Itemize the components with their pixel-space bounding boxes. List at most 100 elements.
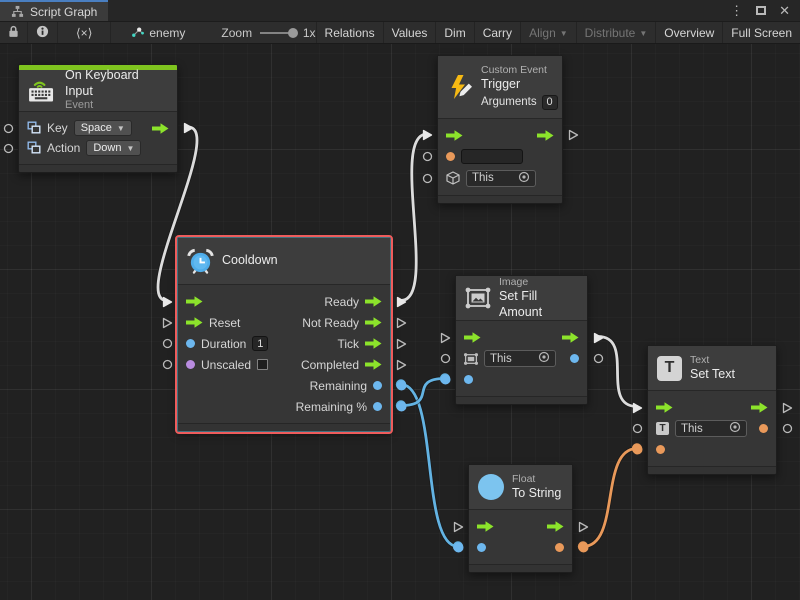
node-header-text: Custom EventTriggerArguments0 <box>481 64 558 110</box>
node-header-text: Cooldown <box>222 253 278 269</box>
toolbar-button-label: Values <box>392 26 428 40</box>
input-port-circ[interactable] <box>631 423 643 435</box>
node-header: FloatTo String <box>469 465 572 509</box>
node-cooldown[interactable]: CooldownReadyResetNot ReadyDuration1Tick… <box>177 237 391 432</box>
output-port-dot[interactable] <box>395 401 407 413</box>
flow-arrow-icon[interactable] <box>365 359 382 370</box>
row-right-group <box>152 123 169 134</box>
target-icon[interactable] <box>729 421 741 436</box>
value-dot-blue[interactable] <box>570 354 579 363</box>
value-dot-blue[interactable] <box>373 402 382 411</box>
target-icon[interactable] <box>538 351 550 366</box>
value-dot-orange[interactable] <box>555 543 564 552</box>
target-field[interactable]: This <box>466 170 536 187</box>
checkbox[interactable] <box>257 359 268 370</box>
output-port-dot[interactable] <box>395 380 407 392</box>
input-port-circ[interactable] <box>161 338 173 350</box>
input-port-tri[interactable] <box>452 521 464 533</box>
value-dot-blue[interactable] <box>464 375 473 384</box>
input-port-tri-connected[interactable] <box>161 296 173 308</box>
flow-arrow-icon[interactable] <box>186 296 203 307</box>
output-port-tri-connected[interactable] <box>395 296 407 308</box>
tab-script-graph[interactable]: Script Graph <box>0 0 108 21</box>
input-port-tri[interactable] <box>161 317 173 329</box>
graph-breadcrumb[interactable]: enemy <box>131 22 185 43</box>
value-dot-purple[interactable] <box>186 360 195 369</box>
output-port-tri[interactable] <box>577 521 589 533</box>
dropdown-down[interactable]: Down▼ <box>86 140 141 156</box>
output-port-dot[interactable] <box>577 542 589 554</box>
zoom-slider-handle[interactable] <box>288 28 298 38</box>
window-close-icon[interactable]: ✕ <box>779 3 790 19</box>
output-port-tri[interactable] <box>395 359 407 371</box>
toolbar-button-full-screen[interactable]: Full Screen <box>722 22 800 43</box>
node-text-set-text[interactable]: TTextSet TextTThis <box>647 345 777 475</box>
target-icon[interactable] <box>518 171 530 186</box>
flow-arrow-icon[interactable] <box>365 317 382 328</box>
input-port-dot[interactable] <box>452 542 464 554</box>
input-port-circ[interactable] <box>439 353 451 365</box>
flow-arrow-icon[interactable] <box>365 296 382 307</box>
info-button[interactable] <box>28 22 58 43</box>
input-port-circ[interactable] <box>421 172 433 184</box>
row-right-group <box>759 424 768 433</box>
node-image-set-fill-amount[interactable]: ImageSet Fill AmountThis <box>455 275 588 405</box>
flow-arrow-icon[interactable] <box>562 332 579 343</box>
node-on-keyboard-input[interactable]: On Keyboard InputEventKeySpace▼ActionDow… <box>18 64 178 173</box>
output-port-circ[interactable] <box>781 423 793 435</box>
output-port-tri-connected[interactable] <box>182 122 194 134</box>
output-port-circ[interactable] <box>592 353 604 365</box>
flow-arrow-icon[interactable] <box>464 332 481 343</box>
toolbar-button-dim[interactable]: Dim <box>435 22 473 43</box>
code-view-button[interactable]: ⟨×⟩ <box>58 22 111 43</box>
window-maximize-icon[interactable] <box>756 6 766 15</box>
flow-arrow-icon[interactable] <box>477 521 494 532</box>
node-float-to-string[interactable]: FloatTo String <box>468 464 573 573</box>
value-field[interactable]: 1 <box>252 336 268 351</box>
input-port-tri[interactable] <box>439 332 451 344</box>
target-field[interactable]: This <box>675 420 747 437</box>
flow-arrow-icon[interactable] <box>152 123 169 134</box>
value-dot-orange[interactable] <box>759 424 768 433</box>
zoom-slider[interactable] <box>260 22 297 44</box>
lock-button[interactable] <box>0 22 28 43</box>
value-dot-blue[interactable] <box>373 381 382 390</box>
value-dot-orange[interactable] <box>656 445 665 454</box>
input-port-circ[interactable] <box>2 122 14 134</box>
node-custom-event-trigger[interactable]: Custom EventTriggerArguments0 This <box>437 55 563 204</box>
dropdown-space[interactable]: Space▼ <box>74 120 132 136</box>
flow-arrow-icon[interactable] <box>656 402 673 413</box>
input-port-circ[interactable] <box>421 150 433 162</box>
toolbar-button-overview[interactable]: Overview <box>655 22 722 43</box>
input-port-dot[interactable] <box>631 444 643 456</box>
target-field[interactable]: This <box>484 350 556 367</box>
output-port-tri[interactable] <box>395 317 407 329</box>
flow-arrow-icon[interactable] <box>365 338 382 349</box>
output-port-tri[interactable] <box>395 338 407 350</box>
arguments-count-field[interactable]: 0 <box>542 95 558 110</box>
input-port-tri-connected[interactable] <box>631 402 643 414</box>
value-dot-blue[interactable] <box>186 339 195 348</box>
input-port-dot[interactable] <box>439 374 451 386</box>
graph-canvas[interactable]: On Keyboard InputEventKeySpace▼ActionDow… <box>0 44 800 600</box>
dropdown-value: Space <box>81 122 112 134</box>
value-field[interactable] <box>461 149 523 164</box>
output-port-tri[interactable] <box>567 129 579 141</box>
input-port-tri-connected[interactable] <box>421 129 433 141</box>
flow-arrow-icon[interactable] <box>446 130 463 141</box>
output-port-tri[interactable] <box>781 402 793 414</box>
node-type-label: Custom Event <box>481 64 558 77</box>
flow-arrow-icon[interactable] <box>547 521 564 532</box>
value-dot-orange[interactable] <box>446 152 455 161</box>
value-dot-blue[interactable] <box>477 543 486 552</box>
toolbar-button-carry[interactable]: Carry <box>474 22 520 43</box>
output-port-tri-connected[interactable] <box>592 332 604 344</box>
window-menu-icon[interactable]: ⋮ <box>730 3 743 19</box>
flow-arrow-icon[interactable] <box>537 130 554 141</box>
flow-arrow-icon[interactable] <box>186 317 203 328</box>
toolbar-button-values[interactable]: Values <box>383 22 436 43</box>
toolbar-button-relations[interactable]: Relations <box>316 22 383 43</box>
input-port-circ[interactable] <box>161 359 173 371</box>
flow-arrow-icon[interactable] <box>751 402 768 413</box>
input-port-circ[interactable] <box>2 142 14 154</box>
